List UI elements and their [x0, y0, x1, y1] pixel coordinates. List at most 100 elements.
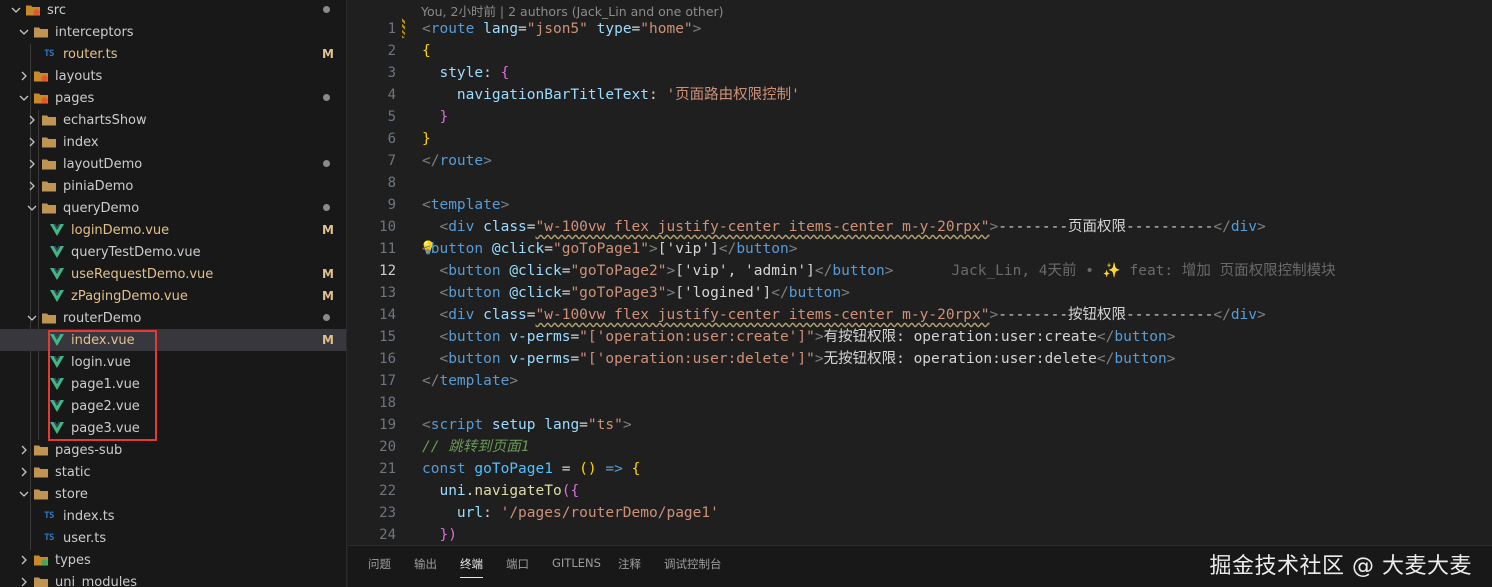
tree-item-label: index	[63, 134, 99, 150]
tree-item-label: useRequestDemo.vue	[71, 266, 214, 282]
explorer-file[interactable]: TS index.ts	[0, 505, 346, 527]
explorer-folder[interactable]: layouts	[0, 65, 346, 87]
folder-icon	[40, 131, 58, 153]
chevron-right-icon[interactable]	[24, 109, 40, 131]
panel-tab[interactable]: 终端	[460, 556, 483, 578]
chevron-right-icon[interactable]	[16, 65, 32, 87]
modified-dot-icon	[323, 314, 330, 321]
explorer-folder[interactable]: index	[0, 131, 346, 153]
typescript-file-icon: TS	[44, 511, 54, 521]
code-line: // 跳转到页面1	[422, 439, 530, 455]
explorer-folder[interactable]: types	[0, 549, 346, 571]
code-line: <button v-perms="['operation:user:create…	[439, 329, 1176, 345]
modified-dot-icon	[323, 6, 330, 13]
git-modified-badge: M	[322, 223, 334, 237]
explorer-file[interactable]: zPagingDemo.vue M	[0, 285, 346, 307]
tree-item-label: interceptors	[55, 24, 134, 40]
tree-item-label: routerDemo	[63, 310, 142, 326]
modified-dot-icon	[323, 160, 330, 167]
explorer-file[interactable]: TS router.ts M	[0, 43, 346, 65]
explorer-folder[interactable]: store	[0, 483, 346, 505]
folder-icon	[40, 109, 58, 131]
explorer-sidebar: src interceptors TS router.ts Mlayouts pages e…	[0, 0, 347, 587]
tree-item-label: queryDemo	[63, 200, 140, 216]
explorer-folder[interactable]: piniaDemo	[0, 175, 346, 197]
vue-file-icon	[48, 219, 66, 241]
inline-blame[interactable]: Jack_Lin, 4天前 • ✨ feat: 增加 页面权限控制模块	[952, 263, 1336, 279]
tree-item-label: store	[55, 486, 88, 502]
code-line: url: '/pages/routerDemo/page1'	[456, 505, 719, 521]
panel-tab[interactable]: 注释	[618, 556, 641, 572]
tree-item-label: echartsShow	[63, 112, 147, 128]
folder-icon	[32, 21, 50, 43]
code-line: </template>	[422, 373, 519, 389]
code-line-active: <button @click="goToPage2">['vip', 'admi…	[439, 263, 1336, 279]
explorer-folder[interactable]: echartsShow	[0, 109, 346, 131]
folder-icon	[40, 197, 58, 219]
git-modified-badge: M	[322, 267, 334, 281]
explorer-folder[interactable]: pages	[0, 87, 346, 109]
code-line: const goToPage1 = () => {	[422, 461, 641, 477]
tree-item-label: piniaDemo	[63, 178, 134, 194]
folder-icon	[40, 153, 58, 175]
explorer-folder[interactable]: interceptors	[0, 21, 346, 43]
explorer-folder[interactable]: src	[0, 0, 346, 21]
panel-tab[interactable]: 端口	[506, 556, 529, 572]
chevron-right-icon[interactable]	[16, 549, 32, 571]
types-folder-icon	[32, 549, 50, 571]
panel-tab[interactable]: GITLENS	[552, 556, 601, 570]
explorer-folder[interactable]: uni_modules	[0, 571, 346, 587]
folder-icon	[32, 439, 50, 461]
explorer-folder[interactable]: routerDemo	[0, 307, 346, 329]
explorer-file[interactable]: queryTestDemo.vue	[0, 241, 346, 263]
chevron-down-icon[interactable]	[8, 0, 24, 21]
tree-item-label: pages-sub	[55, 442, 123, 458]
code-line: 💡 <button @click="goToPage1">['vip']</but…	[348, 238, 1492, 260]
vue-file-icon	[48, 285, 66, 307]
chevron-right-icon[interactable]	[24, 175, 40, 197]
tree-item-label: user.ts	[63, 530, 107, 546]
chevron-down-icon[interactable]	[24, 307, 40, 329]
code-line: uni.navigateTo({	[439, 483, 580, 499]
panel-tab[interactable]: 调试控制台	[664, 556, 722, 572]
chevron-right-icon[interactable]	[24, 153, 40, 175]
code-line: <div class="w-100vw flex justify-center …	[439, 307, 1266, 323]
chevron-down-icon[interactable]	[16, 87, 32, 109]
panel-tab[interactable]: 问题	[368, 556, 391, 572]
chevron-right-icon[interactable]	[16, 461, 32, 483]
modified-dot-icon	[323, 94, 330, 101]
panel-tab[interactable]: 输出	[414, 556, 437, 572]
tree-item-label: uni_modules	[55, 574, 138, 587]
code-line: }	[439, 109, 449, 125]
chevron-down-icon[interactable]	[16, 21, 32, 43]
explorer-folder[interactable]: layoutDemo	[0, 153, 346, 175]
chevron-right-icon[interactable]	[16, 571, 32, 587]
code-editor[interactable]: You, 2小时前 | 2 authors (Jack_Lin and one …	[348, 0, 1492, 545]
chevron-right-icon[interactable]	[24, 131, 40, 153]
explorer-folder[interactable]: static	[0, 461, 346, 483]
chevron-down-icon[interactable]	[24, 197, 40, 219]
typescript-file-icon: TS	[44, 533, 54, 543]
explorer-file[interactable]: TS user.ts	[0, 527, 346, 549]
explorer-file[interactable]: useRequestDemo.vue M	[0, 263, 346, 285]
folder-icon	[40, 175, 58, 197]
chevron-right-icon[interactable]	[16, 439, 32, 461]
explorer-folder[interactable]: pages-sub	[0, 439, 346, 461]
annotation-highlight-box	[48, 330, 157, 441]
code-line: style: {	[439, 65, 510, 81]
explorer-file[interactable]: loginDemo.vue M	[0, 219, 346, 241]
tree-item-label: types	[55, 552, 91, 568]
chevron-down-icon[interactable]	[16, 483, 32, 505]
code-line: {	[422, 43, 431, 59]
tree-item-label: router.ts	[63, 46, 118, 62]
explorer-folder[interactable]: queryDemo	[0, 197, 346, 219]
code-line: <template>	[422, 197, 510, 213]
